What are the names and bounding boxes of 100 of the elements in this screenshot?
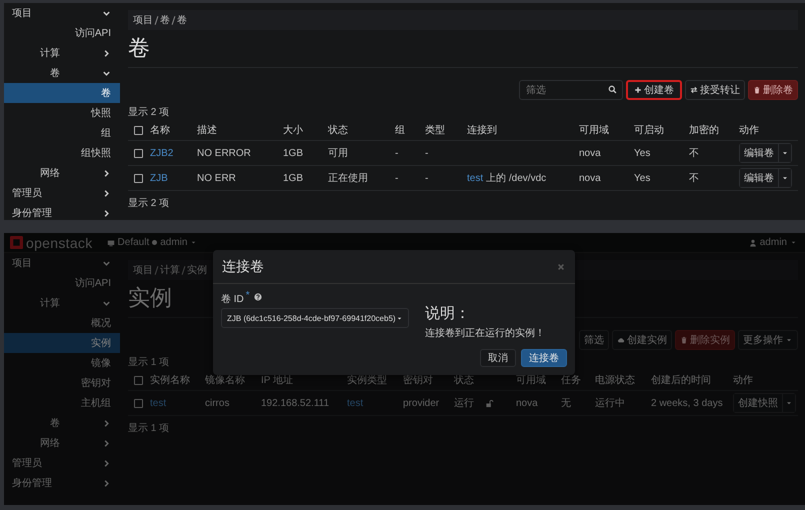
sidebar-item[interactable]: 访问API: [4, 273, 120, 293]
table-cell: 192.168.52.111: [261, 390, 347, 416]
table-cell: 不: [689, 166, 739, 190]
sidebar-item[interactable]: 卷: [4, 63, 120, 83]
action-button[interactable]: 编辑卷: [740, 169, 779, 187]
column-header: 大小: [283, 120, 328, 140]
instance-link[interactable]: test: [467, 173, 484, 184]
column-header: 密钥对: [403, 370, 454, 390]
trash-icon: [680, 336, 688, 344]
sidebar-item[interactable]: 密钥对: [4, 373, 120, 393]
sidebar-item[interactable]: 计算: [4, 293, 120, 313]
column-header: 状态: [454, 370, 485, 390]
checkbox[interactable]: [134, 398, 143, 408]
toolbar-button[interactable]: 删除卷: [748, 80, 798, 100]
cell-text: 上的 /dev/vdc: [486, 173, 546, 184]
name-link[interactable]: ZJB: [150, 172, 168, 184]
column-header: 动作: [739, 120, 798, 140]
caret-icon: [190, 239, 198, 246]
table-cell: 无: [561, 390, 595, 416]
user-menu[interactable]: admin: [748, 237, 797, 248]
table-cell: Yes: [634, 140, 689, 166]
column-header: 名称: [150, 120, 197, 140]
sidebar-item[interactable]: 访问API: [4, 23, 120, 43]
page-title: 卷: [128, 34, 798, 68]
submit-button[interactable]: 连接卷: [521, 349, 567, 367]
project-menu[interactable]: Default admin: [106, 237, 198, 248]
table-cell: 运行中: [595, 390, 651, 416]
sidebar-item[interactable]: 计算: [4, 43, 120, 63]
column-header: 加密的: [689, 120, 739, 140]
sidebar-item[interactable]: 管理员: [4, 453, 120, 473]
sidebar-item[interactable]: 卷: [4, 83, 120, 103]
padlock-icon: [485, 398, 494, 408]
sidebar-item[interactable]: 身份管理: [4, 203, 120, 223]
column-header: 电源状态: [595, 370, 651, 390]
sidebar-item[interactable]: 项目: [4, 3, 120, 23]
toolbar-button[interactable]: 接受转让: [685, 80, 745, 100]
action-button[interactable]: 创建快照: [734, 394, 783, 412]
toolbar-button[interactable]: 创建实例: [612, 330, 672, 350]
column-header: 实例类型: [347, 370, 403, 390]
breadcrumb-link[interactable]: 卷: [177, 13, 187, 27]
column-header: 类型: [425, 120, 467, 140]
sidebar-item[interactable]: 网络: [4, 163, 120, 183]
item-count: 显示 2 项: [128, 197, 170, 211]
search-field[interactable]: 筛选: [519, 80, 623, 100]
checkbox[interactable]: [134, 148, 143, 158]
toolbar-button[interactable]: 创建卷: [626, 80, 682, 100]
sidebar-item[interactable]: 网络: [4, 433, 120, 453]
column-header: IP 地址: [261, 370, 347, 390]
sidebar-item[interactable]: 卷: [4, 413, 120, 433]
cloud-upload-icon: [617, 336, 625, 344]
monitor-icon: [106, 238, 115, 246]
sidebar-item[interactable]: 实例: [4, 333, 120, 353]
column-header: 描述: [197, 120, 283, 140]
caret-icon: [785, 336, 793, 344]
sidebar-item[interactable]: 镜像: [4, 353, 120, 373]
breadcrumb-link[interactable]: 项目: [133, 263, 153, 277]
caret-icon: [790, 239, 797, 246]
table-cell: -: [395, 140, 425, 166]
checkbox[interactable]: [134, 174, 143, 182]
sidebar-item[interactable]: 快照: [4, 103, 120, 123]
action-button[interactable]: 编辑卷: [740, 144, 779, 162]
table-cell: 2 weeks, 3 days: [651, 390, 733, 416]
help-text: 连接卷到正在运行的实例！: [425, 326, 545, 340]
table-cell: 可用: [328, 140, 395, 166]
help-icon: [254, 293, 262, 301]
sidebar-item[interactable]: 项目: [4, 253, 120, 273]
sidebar-item[interactable]: 身份管理: [4, 473, 120, 493]
table-cell: -: [425, 140, 467, 166]
table-cell: 1GB: [283, 166, 328, 190]
sidebar-item[interactable]: 组: [4, 123, 120, 143]
cancel-button[interactable]: 取消: [480, 349, 516, 367]
checkbox[interactable]: [134, 126, 143, 134]
table-cell: NO ERROR: [197, 140, 283, 166]
breadcrumb-link[interactable]: 项目: [133, 13, 153, 27]
sidebar-item[interactable]: 概况: [4, 313, 120, 333]
column-header: 可用域: [579, 120, 634, 140]
person-icon: [748, 238, 757, 246]
close-icon: [557, 262, 565, 270]
breadcrumb-link[interactable]: 计算: [160, 263, 180, 277]
column-header: 连接到: [467, 120, 579, 140]
breadcrumb-link[interactable]: 实例: [187, 263, 207, 277]
table-cell: -: [425, 166, 467, 190]
sidebar-item[interactable]: 组快照: [4, 143, 120, 163]
toolbar-button[interactable]: 更多操作: [738, 330, 798, 350]
name-link[interactable]: ZJB2: [150, 148, 174, 158]
table-cell: NO ERR: [197, 166, 283, 190]
breadcrumb-link[interactable]: 卷: [160, 13, 170, 27]
table-cell: 正在使用: [328, 166, 395, 190]
column-header: 组: [395, 120, 425, 140]
table-cell: nova: [516, 390, 561, 416]
toolbar-button[interactable]: 筛选: [579, 330, 609, 350]
toolbar-button[interactable]: 删除实例: [675, 330, 735, 350]
select-field[interactable]: ZJB (6dc1c516-258d-4cde-bf97-69941f20ceb5): [221, 308, 409, 328]
sidebar-item[interactable]: 管理员: [4, 183, 120, 203]
checkbox[interactable]: [134, 376, 143, 384]
search-icon: [608, 85, 617, 94]
table-cell: Yes: [634, 166, 689, 190]
table-cell: -: [395, 166, 425, 190]
sidebar-item[interactable]: 主机组: [4, 393, 120, 413]
close-button[interactable]: [557, 262, 565, 270]
